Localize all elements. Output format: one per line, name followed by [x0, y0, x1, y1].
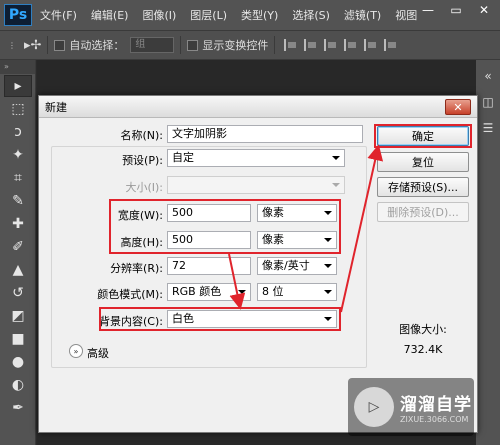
gradient-tool-icon[interactable]: ■: [4, 328, 32, 350]
brush-tool-icon[interactable]: ✐: [4, 236, 32, 258]
menu-select[interactable]: 选择(S): [286, 7, 336, 23]
restore-button[interactable]: ▭: [442, 0, 470, 20]
options-bar: ⋮ ▸✢ 自动选择： 组 显示变换控件: [0, 30, 500, 60]
blur-tool-icon[interactable]: ●: [4, 351, 32, 373]
align-right-icon[interactable]: [324, 39, 338, 51]
divider: [274, 36, 276, 54]
tools-panel-header: »: [0, 60, 35, 74]
watermark-url: ZIXUE.3066.COM: [400, 415, 469, 424]
menu-filter[interactable]: 滤镜(T): [338, 7, 387, 23]
move-tool-icon[interactable]: ▸: [4, 75, 32, 97]
watermark: ▷ 溜溜自学 ZIXUE.3066.COM: [348, 378, 474, 436]
crop-tool-icon[interactable]: ⌗: [4, 167, 32, 189]
auto-select-checkbox[interactable]: [54, 39, 66, 51]
auto-select-label: 自动选择：: [69, 39, 125, 52]
minimize-button[interactable]: —: [414, 0, 442, 20]
divider: [180, 36, 182, 54]
right-panel-strip: « ◫ ☰: [476, 60, 500, 445]
align-middle-icon[interactable]: [364, 39, 378, 51]
align-bottom-icon[interactable]: [384, 39, 398, 51]
close-window-button[interactable]: ✕: [470, 0, 498, 20]
align-left-icon[interactable]: [284, 39, 298, 51]
healing-brush-icon[interactable]: ✚: [4, 213, 32, 235]
move-tool-icon[interactable]: ▸✢: [24, 38, 41, 53]
menu-edit[interactable]: 编辑(E): [85, 7, 135, 23]
menu-image[interactable]: 图像(I): [136, 7, 182, 23]
show-transform-label: 显示变换控件: [202, 39, 269, 52]
menu-type[interactable]: 类型(Y): [235, 7, 284, 23]
auto-select-dropdown[interactable]: 组: [130, 37, 175, 53]
arrow-dimensions-to-background: [228, 253, 246, 310]
menu-bar: Ps 文件(F) 编辑(E) 图像(I) 图层(L) 类型(Y) 选择(S) 滤…: [0, 0, 500, 30]
divider: [47, 36, 49, 54]
menu-layer[interactable]: 图层(L): [184, 7, 233, 23]
menu-file[interactable]: 文件(F): [34, 7, 83, 23]
marquee-tool-icon[interactable]: ⬚: [4, 98, 32, 120]
stamp-tool-icon[interactable]: ▲: [4, 259, 32, 281]
history-brush-icon[interactable]: ↺: [4, 282, 32, 304]
pen-tool-icon[interactable]: ✒: [4, 397, 32, 419]
collapse-icon[interactable]: «: [478, 66, 498, 86]
eyedropper-icon[interactable]: ✎: [4, 190, 32, 212]
align-center-icon[interactable]: [304, 39, 318, 51]
play-logo-icon: ▷: [354, 387, 394, 427]
dodge-tool-icon[interactable]: ◐: [4, 374, 32, 396]
photoshop-logo: Ps: [4, 4, 32, 26]
history-panel-icon[interactable]: ◫: [478, 92, 498, 112]
properties-panel-icon[interactable]: ☰: [478, 118, 498, 138]
watermark-title: 溜溜自学: [400, 395, 472, 415]
lasso-tool-icon[interactable]: ↄ: [4, 121, 32, 143]
magic-wand-icon[interactable]: ✦: [4, 144, 32, 166]
grip-icon: ⋮: [8, 40, 16, 50]
tools-panel: » ▸ ⬚ ↄ ✦ ⌗ ✎ ✚ ✐ ▲ ↺ ◩ ■ ● ◐ ✒: [0, 60, 36, 445]
eraser-tool-icon[interactable]: ◩: [4, 305, 32, 327]
arrow-background-to-ok: [340, 144, 384, 313]
show-transform-checkbox[interactable]: [187, 39, 199, 51]
align-top-icon[interactable]: [344, 39, 358, 51]
